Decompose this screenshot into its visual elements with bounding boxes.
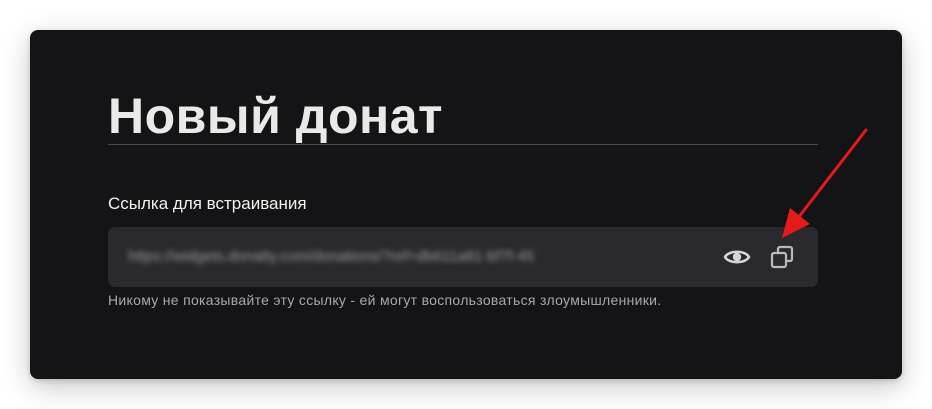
security-hint: Никому не показывайте эту ссылку - ей мо… xyxy=(108,292,662,308)
title-divider xyxy=(108,144,818,145)
embed-link-value[interactable]: https://widgets.donatty.com/donations/?r… xyxy=(128,246,534,268)
embed-link-field[interactable]: https://widgets.donatty.com/donations/?r… xyxy=(108,227,818,287)
page-title: Новый донат xyxy=(108,88,443,144)
new-donation-card: Новый донат Ссылка для встраивания https… xyxy=(30,30,902,379)
eye-icon xyxy=(723,250,751,264)
copy-icon xyxy=(770,245,794,269)
embed-link-label: Ссылка для встраивания xyxy=(108,194,307,213)
show-link-button[interactable] xyxy=(722,244,752,270)
copy-link-button[interactable] xyxy=(768,243,796,271)
